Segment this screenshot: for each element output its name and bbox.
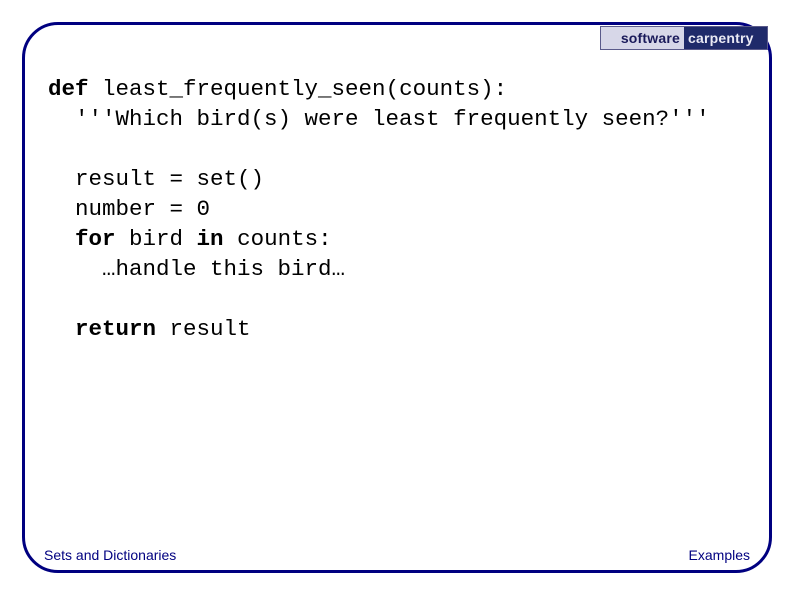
keyword-in: in	[197, 226, 224, 252]
footer-left: Sets and Dictionaries	[44, 547, 176, 563]
slide: software carpentry def least_frequently_…	[0, 0, 794, 595]
code-text: number = 0	[48, 196, 210, 222]
code-indent	[48, 316, 75, 342]
logo-right: carpentry	[684, 27, 767, 49]
keyword-return: return	[75, 316, 156, 342]
code-text: …handle this bird…	[48, 256, 345, 282]
keyword-for: for	[75, 226, 116, 252]
code-text: '''Which bird(s) were least frequently s…	[48, 106, 710, 132]
code-indent	[48, 226, 75, 252]
code-text: counts:	[224, 226, 332, 252]
code-text: bird	[116, 226, 197, 252]
code-text: result = set()	[48, 166, 264, 192]
footer-right: Examples	[689, 547, 750, 563]
code-block: def least_frequently_seen(counts): '''Wh…	[48, 74, 754, 344]
code-text: result	[156, 316, 251, 342]
logo-left: software	[601, 27, 684, 49]
keyword-def: def	[48, 76, 89, 102]
code-text: least_frequently_seen(counts):	[89, 76, 508, 102]
software-carpentry-logo: software carpentry	[600, 26, 768, 50]
